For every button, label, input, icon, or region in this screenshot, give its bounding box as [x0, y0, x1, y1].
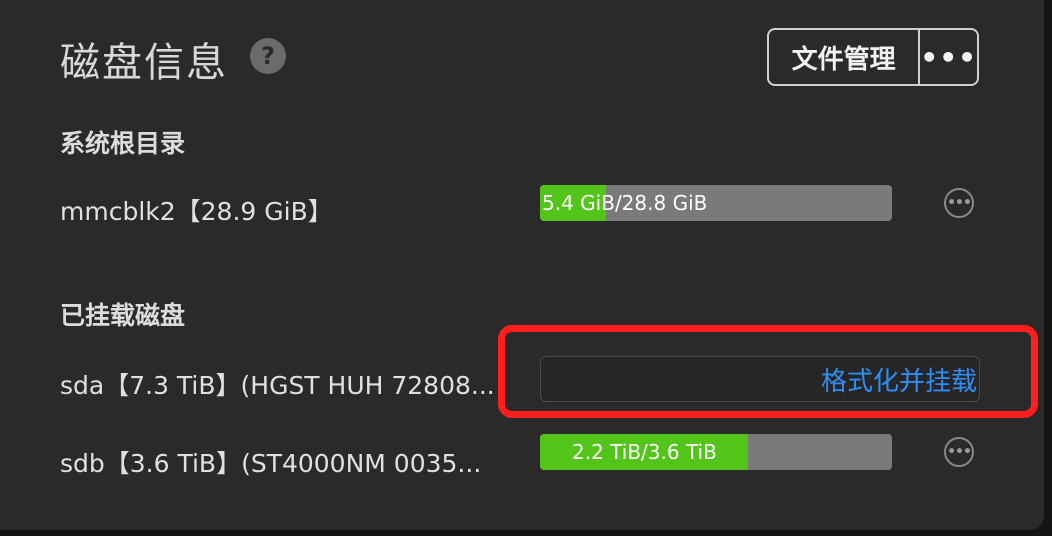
- disk-more-icon[interactable]: •••: [944, 437, 974, 467]
- disk-label-sdb: sdb【3.6 TiB】(ST4000NM 0035...: [60, 449, 482, 478]
- page-title: 磁盘信息: [60, 40, 228, 86]
- system-root-section-title: 系统根目录: [60, 129, 186, 158]
- disk-label-sda: sda【7.3 TiB】(HGST HUH 72808...: [60, 371, 495, 400]
- usage-bar-mmcblk2: 5.4 GiB/28.8 GiB: [540, 185, 892, 221]
- highlight-annotation-box: [498, 325, 1038, 418]
- disk-info-card: 磁盘信息 ? 文件管理 ••• 系统根目录 mmcblk2【28.9 GiB】 …: [0, 0, 1044, 530]
- usage-bar-sdb: 2.2 TiB/3.6 TiB: [540, 434, 892, 470]
- disk-label-mmcblk2: mmcblk2【28.9 GiB】: [60, 197, 333, 226]
- more-options-button[interactable]: •••: [918, 30, 977, 84]
- disk-more-icon[interactable]: •••: [944, 188, 974, 218]
- toolbar-button-group: 文件管理 •••: [767, 28, 979, 86]
- usage-text: 2.2 TiB/3.6 TiB: [572, 440, 717, 464]
- usage-text: 5.4 GiB/28.8 GiB: [542, 191, 708, 215]
- file-manage-button[interactable]: 文件管理: [769, 30, 918, 84]
- mounted-disks-section-title: 已挂载磁盘: [60, 301, 186, 330]
- help-icon[interactable]: ?: [250, 38, 286, 74]
